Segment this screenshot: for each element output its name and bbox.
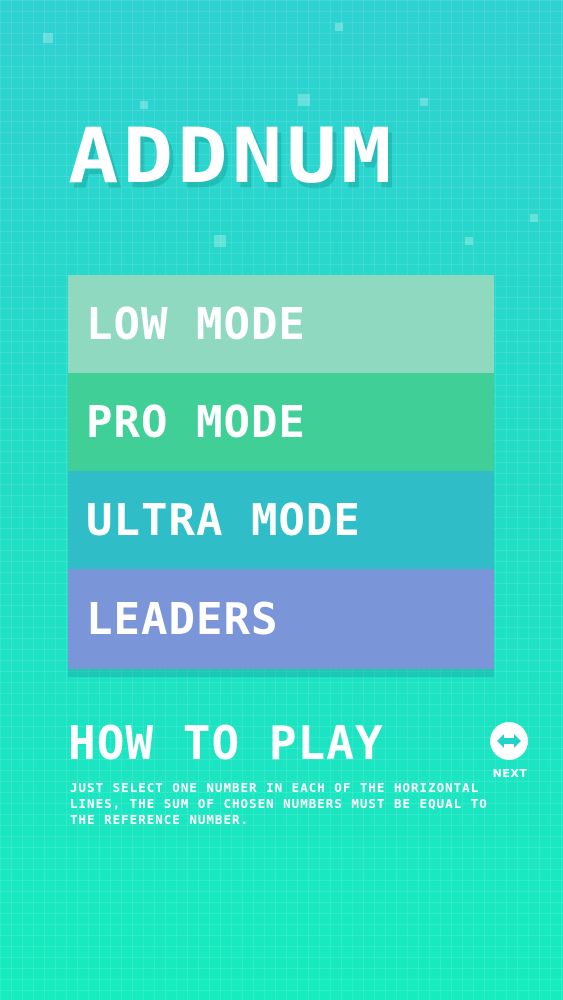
app-title: ADDNUM [68,111,396,201]
main-menu: LOW MODE PRO MODE ULTRA MODE LEADERS [68,275,494,677]
arrows-left-right-icon [497,734,521,748]
sparkle [335,23,343,31]
leaders-button[interactable]: LEADERS [68,569,494,669]
how-to-play-text: JUST SELECT ONE NUMBER IN EACH OF THE HO… [70,780,488,827]
pro-mode-button[interactable]: PRO MODE [68,373,494,471]
how-to-play-heading: HOW TO PLAY [68,716,384,770]
ultra-mode-button[interactable]: ULTRA MODE [68,471,494,569]
sparkle [298,94,310,106]
sparkle [420,98,428,106]
sparkle [530,214,538,222]
next-label: NEXT [492,767,528,780]
sparkle [140,101,148,109]
sparkle [43,33,53,43]
next-button[interactable] [490,722,528,760]
low-mode-button[interactable]: LOW MODE [68,275,494,373]
sparkle [214,235,226,247]
sparkle [465,237,473,245]
menu-shadow [68,669,494,677]
